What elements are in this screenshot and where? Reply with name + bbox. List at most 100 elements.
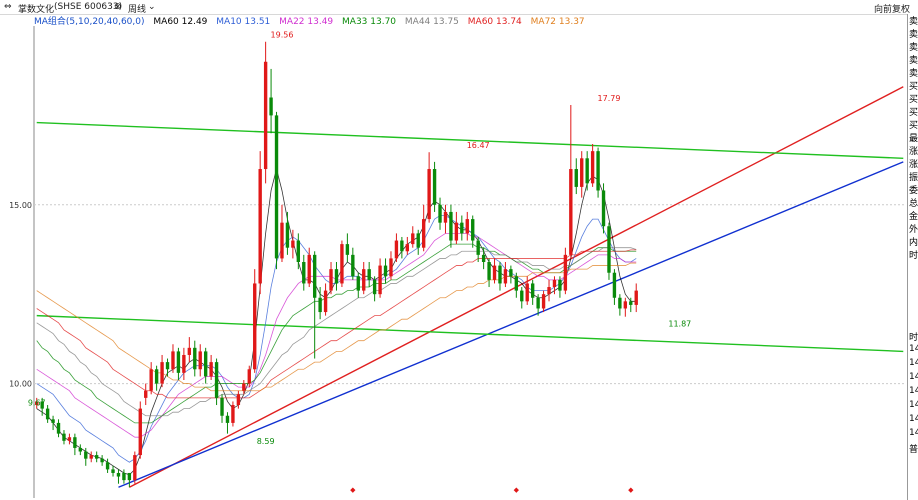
candle-body-52 [318, 297, 322, 313]
side-panel-label-2: 卖 [909, 43, 918, 53]
ma-line-0 [36, 168, 637, 476]
side-panel-label-12: 振 [909, 173, 918, 183]
side-panel-label-7: 买 [909, 108, 918, 118]
candle-body-42 [263, 61, 268, 170]
candle-body-88 [514, 276, 519, 291]
candle-body-8 [78, 447, 83, 452]
candle-body-56 [340, 244, 344, 284]
trend-line-3 [36, 314, 904, 353]
quote-side-panel: 卖卖卖卖卖买买买买最涨涨振委总金外内时时14141414141414普通 [907, 14, 918, 500]
candle-body-99 [574, 169, 578, 187]
candle-body-103 [596, 151, 600, 191]
candle-body-67 [400, 240, 404, 252]
candle-body-50 [307, 254, 311, 284]
candle-body-106 [612, 272, 617, 298]
candle-body-96 [558, 279, 562, 291]
event-marker-1: ◆ [514, 486, 520, 494]
candle-body-82 [481, 254, 486, 262]
candle-body-55 [334, 269, 339, 284]
side-panel-label-6: 买 [909, 95, 918, 105]
ma-line-1 [36, 215, 637, 463]
candle-body-27 [182, 354, 186, 373]
candle-body-66 [394, 240, 399, 259]
candle-body-81 [476, 240, 480, 255]
candle-body-97 [563, 254, 568, 291]
candle-body-47 [291, 240, 295, 248]
candle-body-45 [280, 222, 284, 259]
candle-body-100 [580, 158, 584, 187]
side-panel-label-14: 总 [909, 199, 918, 209]
candle-body-61 [367, 269, 371, 280]
candle-body-13 [105, 462, 110, 470]
event-marker-2: ◆ [628, 486, 634, 494]
candle-body-92 [536, 297, 540, 309]
candle-body-84 [492, 265, 497, 280]
candle-body-2 [45, 408, 50, 420]
price-chart[interactable]: 10.00 15.00 19.56 16.47 17.79 11.87 9.67 8.59 ◆ ◆… [0, 0, 907, 500]
candle-body-90 [525, 283, 529, 302]
candle-body-69 [411, 233, 415, 245]
candle-body-57 [345, 244, 350, 255]
candle-body-85 [498, 265, 502, 284]
candle-body-16 [122, 472, 126, 481]
candle-body-31 [203, 351, 208, 377]
candle-body-22 [154, 369, 159, 384]
candle-body-105 [607, 226, 611, 273]
candle-body-74 [438, 204, 442, 223]
side-panel-label-3: 卖 [909, 56, 918, 66]
candle-body-48 [296, 240, 301, 262]
candle-body-110 [634, 290, 638, 305]
candle-body-35 [225, 415, 230, 423]
candle-body-6 [67, 437, 72, 441]
candle-body-33 [214, 362, 219, 398]
candle-body-65 [389, 258, 393, 277]
candle-body-109 [629, 301, 633, 305]
side-panel-label-4: 卖 [909, 69, 918, 79]
candle-body-108 [623, 301, 628, 309]
side-panel-label-11: 涨 [909, 160, 918, 170]
candle-body-73 [432, 169, 437, 205]
candle-body-30 [198, 351, 202, 370]
candle-body-102 [590, 151, 595, 184]
side-panel-label-27: 普通 [909, 445, 918, 455]
side-panel-label-10: 涨 [909, 147, 918, 157]
candle-body-36 [231, 405, 235, 423]
candle-body-7 [73, 437, 77, 448]
price-annotation-1: 16.47 [467, 141, 490, 150]
candle-body-9 [84, 451, 88, 459]
candle-body-70 [416, 233, 420, 248]
candle-body-3 [51, 419, 55, 423]
candle-body-28 [187, 347, 192, 355]
candle-body-32 [209, 362, 213, 377]
candle-body-64 [383, 265, 388, 277]
candle-body-59 [356, 276, 360, 291]
candle-body-77 [454, 222, 459, 241]
candle-body-34 [220, 397, 224, 416]
candle-body-49 [302, 262, 306, 284]
candle-body-24 [165, 362, 170, 370]
candle-body-54 [329, 269, 333, 291]
candle-body-4 [56, 422, 61, 434]
candle-body-18 [133, 455, 137, 481]
candle-body-101 [585, 158, 589, 184]
candle-body-78 [460, 222, 464, 234]
price-annotation-4: 9.67 [28, 398, 46, 407]
side-panel-label-16: 外 [909, 225, 918, 235]
trend-line-1 [118, 161, 904, 488]
candle-body-20 [144, 390, 148, 398]
side-panel-label-20: 14 [909, 344, 918, 354]
candle-body-94 [547, 287, 551, 295]
candle-body-87 [509, 269, 513, 277]
candle-body-76 [449, 211, 453, 241]
side-panel-label-0: 卖 [909, 17, 918, 27]
candle-body-29 [193, 347, 197, 370]
side-panel-label-8: 买 [909, 121, 918, 131]
side-panel-label-23: 14 [909, 386, 918, 396]
candle-body-39 [247, 369, 251, 384]
price-annotation-3: 11.87 [668, 320, 691, 329]
side-panel-label-25: 14 [909, 414, 918, 424]
candle-body-5 [62, 433, 66, 441]
candle-body-91 [530, 283, 535, 298]
candle-body-71 [421, 219, 426, 248]
candle-body-46 [285, 222, 290, 248]
